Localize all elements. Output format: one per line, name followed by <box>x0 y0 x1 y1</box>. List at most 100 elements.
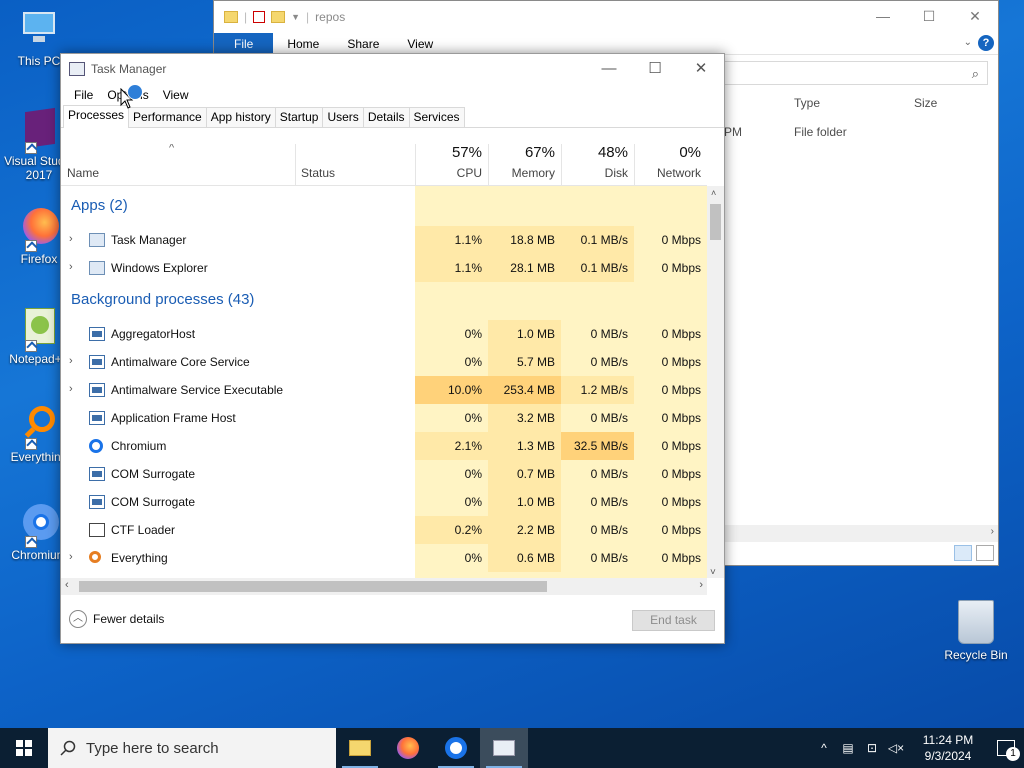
chevron-right-icon[interactable]: › <box>69 233 73 245</box>
ribbon-tab-home[interactable]: Home <box>273 33 333 55</box>
column-network-label: Network <box>656 166 701 180</box>
explorer-title: repos <box>315 10 346 24</box>
tab-strip: Processes Performance App history Startu… <box>61 105 724 128</box>
column-name[interactable]: Name <box>61 144 295 186</box>
maximize-button[interactable]: ☐ <box>906 1 952 31</box>
process-row[interactable]: CTF Loader 0.2% 2.2 MB 0 MB/s 0 Mbps <box>61 516 707 544</box>
ctf-loader-icon <box>89 523 105 537</box>
process-memory: 2.2 MB <box>488 516 561 544</box>
chevron-right-icon[interactable]: › <box>69 383 73 395</box>
show-hidden-icons-icon[interactable]: ^ <box>812 741 836 755</box>
tab-performance[interactable]: Performance <box>128 107 207 127</box>
minimize-button[interactable]: — <box>860 1 906 31</box>
end-task-button[interactable]: End task <box>632 610 715 631</box>
tab-users[interactable]: Users <box>322 107 364 127</box>
ribbon-tab-share[interactable]: Share <box>333 33 393 55</box>
process-name: Application Frame Host <box>111 411 236 425</box>
group-header: Apps (2) <box>71 197 128 214</box>
tab-app-history[interactable]: App history <box>205 107 276 127</box>
process-network: 0 Mbps <box>634 254 707 282</box>
taskbar-app-firefox[interactable] <box>384 728 432 768</box>
process-row[interactable]: COM Surrogate 0% 0.7 MB 0 MB/s 0 Mbps <box>61 460 707 488</box>
process-network: 0 Mbps <box>634 432 707 460</box>
column-memory[interactable]: 67% Memory <box>488 144 561 186</box>
task-manager-window[interactable]: Task Manager — ☐ ✕ File Options View Pro… <box>60 53 725 644</box>
service-icon <box>89 495 105 509</box>
process-row[interactable]: › Task Manager 1.1% 18.8 MB 0.1 MB/s 0 Mbps <box>61 226 707 254</box>
process-memory: 3.2 MB <box>488 404 561 432</box>
column-type[interactable]: Type <box>794 96 820 110</box>
process-row[interactable]: › Antimalware Service Executable 10.0% 253.… <box>61 376 707 404</box>
scrollbar-thumb[interactable] <box>79 581 547 592</box>
vertical-scrollbar[interactable]: ˄ ˅ <box>707 186 724 578</box>
fewer-details-button[interactable]: ︿ Fewer details <box>69 610 164 628</box>
action-center-button[interactable]: 1 <box>988 728 1024 768</box>
scroll-down-icon[interactable]: ˅ <box>710 567 716 578</box>
menu-view[interactable]: View <box>156 88 196 102</box>
menu-file[interactable]: File <box>67 88 100 102</box>
search-box[interactable]: ⌕ <box>724 61 988 85</box>
start-button[interactable] <box>0 728 48 768</box>
chevron-right-icon[interactable]: › <box>69 551 73 563</box>
minimize-button[interactable]: — <box>586 54 632 82</box>
shortcut-arrow-icon <box>25 438 37 450</box>
fewer-details-label: Fewer details <box>93 612 165 626</box>
ribbon-tab-file[interactable]: File <box>214 32 274 55</box>
shortcut-arrow-icon <box>25 536 37 548</box>
horizontal-scrollbar[interactable]: ‹ › <box>61 578 707 595</box>
customize-toolbar-icon[interactable]: ▼ <box>291 12 300 22</box>
scroll-right-icon[interactable]: › <box>699 579 703 591</box>
column-disk[interactable]: 48% Disk <box>561 144 634 186</box>
large-icons-view-icon[interactable] <box>976 545 994 561</box>
process-memory: 253.4 MB <box>488 376 561 404</box>
taskbar-app-task-manager[interactable] <box>480 728 528 768</box>
taskbar-app-chromium[interactable] <box>432 728 480 768</box>
scroll-left-icon[interactable]: ‹ <box>65 579 69 591</box>
column-size[interactable]: Size <box>914 96 937 110</box>
close-button[interactable]: ✕ <box>678 54 724 82</box>
chevron-right-icon[interactable]: › <box>69 355 73 367</box>
process-disk: 32.5 MB/s <box>561 432 634 460</box>
new-folder-icon[interactable] <box>271 11 286 23</box>
column-network[interactable]: 0% Network <box>634 144 707 186</box>
network-status-icon[interactable]: ▤ <box>836 741 860 755</box>
volume-muted-icon[interactable]: ◁× <box>884 741 908 755</box>
maximize-button[interactable]: ☐ <box>632 54 678 82</box>
column-cpu[interactable]: 57% CPU <box>415 144 488 186</box>
process-row[interactable]: › Antimalware Core Service 0% 5.7 MB 0 MB/s 0… <box>61 348 707 376</box>
clock[interactable]: 11:24 PM 9/3/2024 <box>908 732 988 764</box>
process-row[interactable]: › Everything 0% 0.6 MB 0 MB/s 0 Mbps <box>61 544 707 572</box>
process-name: Everything <box>111 551 168 565</box>
properties-icon[interactable] <box>253 11 266 23</box>
network-total: 0% <box>679 144 701 161</box>
tab-details[interactable]: Details <box>362 107 410 127</box>
process-row[interactable]: Application Frame Host 0% 3.2 MB 0 MB/s 0 Mb… <box>61 404 707 432</box>
details-view-icon[interactable] <box>954 545 972 561</box>
horizontal-scrollbar[interactable]: › <box>724 525 998 542</box>
ribbon-tab-view[interactable]: View <box>393 33 447 55</box>
tab-startup[interactable]: Startup <box>274 107 324 127</box>
close-button[interactable]: ✕ <box>952 1 998 31</box>
network-icon[interactable]: ⊡ <box>860 741 884 755</box>
process-row[interactable]: AggregatorHost 0% 1.0 MB 0 MB/s 0 Mbps <box>61 320 707 348</box>
window-title: Task Manager <box>91 62 167 76</box>
scroll-right-icon[interactable]: › <box>991 526 994 537</box>
taskbar-app-file-explorer[interactable] <box>336 728 384 768</box>
chevron-right-icon[interactable]: › <box>69 261 73 273</box>
recycle-bin-icon <box>958 600 994 644</box>
process-row[interactable]: COM Surrogate 0% 1.0 MB 0 MB/s 0 Mbps <box>61 488 707 516</box>
taskbar-search-box[interactable]: Type here to search <box>48 728 336 768</box>
scroll-up-icon[interactable]: ˄ <box>711 188 716 198</box>
process-disk: 0 MB/s <box>561 404 634 432</box>
expand-ribbon-icon[interactable]: ⌄ <box>964 37 972 48</box>
chromium-icon <box>445 737 467 759</box>
process-network: 0 Mbps <box>634 544 707 572</box>
tab-services[interactable]: Services <box>408 107 465 127</box>
process-row[interactable]: Chromium 2.1% 1.3 MB 32.5 MB/s 0 Mbps <box>61 432 707 460</box>
desktop-icon-recycle-bin[interactable]: Recycle Bin <box>938 600 1014 662</box>
ribbon-tabs: File Home Share View <box>214 32 998 55</box>
column-status[interactable]: Status <box>295 144 415 186</box>
process-row[interactable]: › Windows Explorer 1.1% 28.1 MB 0.1 MB/s 0 Mb… <box>61 254 707 282</box>
scrollbar-thumb[interactable] <box>710 204 721 240</box>
help-icon[interactable]: ? <box>978 35 994 51</box>
